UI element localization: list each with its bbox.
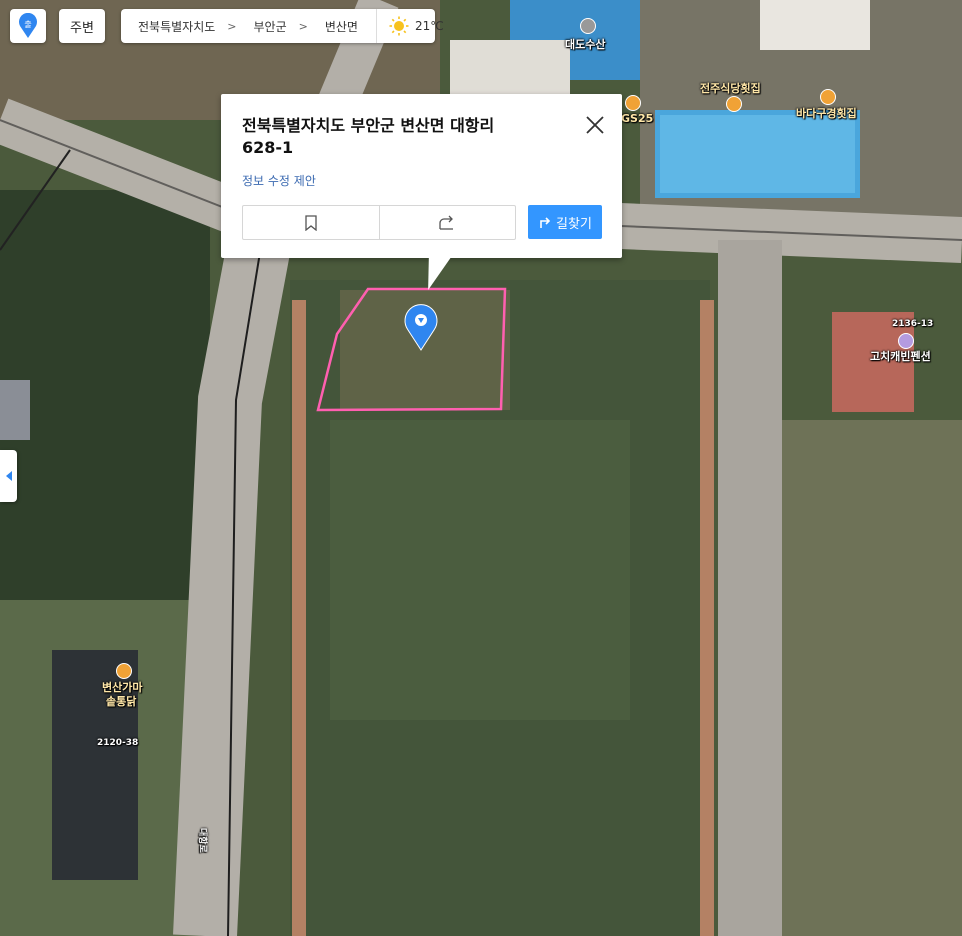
logo-button[interactable]: 출 — [10, 9, 46, 43]
label-lot-2120: 2120-38 — [97, 738, 139, 748]
popup-address-title: 전북특별자치도 부안군 변산면 대항리 628-1 — [242, 115, 542, 159]
road-label: 대항로 — [197, 828, 207, 853]
close-icon — [586, 116, 604, 134]
chevron-right-icon: > — [298, 19, 308, 33]
bookmark-icon — [305, 214, 317, 231]
share-icon — [439, 215, 454, 230]
map-pin-logo-icon: 출 — [19, 13, 37, 38]
address-popup: 전북특별자치도 부안군 변산면 대항리 628-1 정보 수정 제안 길찾기 — [221, 94, 622, 290]
restaurant-icon[interactable] — [726, 96, 742, 112]
panel-expand-tab[interactable] — [0, 450, 17, 502]
poi-icon[interactable] — [625, 95, 641, 111]
weather-widget[interactable]: 21℃ — [375, 9, 444, 43]
close-button[interactable] — [583, 113, 607, 137]
directions-label: 길찾기 — [556, 216, 592, 232]
chevron-right-icon: > — [227, 19, 237, 33]
label-daedo[interactable]: 대도수산 — [565, 36, 605, 52]
label-gs25[interactable]: GS25 — [621, 112, 653, 125]
weather-temperature: 21℃ — [414, 19, 444, 33]
label-gochi[interactable]: 고치캐빈펜션 — [870, 348, 931, 364]
address-line-1: 전북특별자치도 부안군 변산면 대항리 — [242, 116, 495, 135]
restaurant-icon[interactable] — [820, 89, 836, 105]
breadcrumb: 전북특별자치도 > 부안군 > 변산면 21℃ — [121, 9, 444, 43]
nearby-button[interactable]: 주변 — [59, 9, 105, 43]
popup-actions — [242, 205, 516, 240]
label-lot-2136: 2136-13 — [892, 319, 934, 329]
restaurant-icon[interactable] — [116, 663, 132, 679]
breadcrumb-town[interactable]: 변산면 — [308, 18, 358, 35]
label-jeonju[interactable]: 전주식당횟집 — [700, 80, 761, 96]
sun-icon — [389, 16, 409, 36]
address-line-2: 628-1 — [242, 138, 294, 157]
caret-left-icon — [5, 471, 12, 481]
directions-button[interactable]: 길찾기 — [528, 205, 602, 239]
svg-text:출: 출 — [24, 19, 31, 29]
edit-info-link[interactable]: 정보 수정 제안 — [242, 172, 316, 189]
lodging-icon[interactable] — [898, 333, 914, 349]
label-bada[interactable]: 바다구경횟집 — [796, 105, 857, 121]
poi-icon[interactable] — [580, 18, 596, 34]
bookmark-button[interactable] — [243, 206, 380, 239]
label-byeonsan2[interactable]: 솥통닭 — [106, 693, 136, 709]
breadcrumb-province[interactable]: 전북특별자치도 — [121, 18, 215, 35]
directions-icon — [540, 217, 551, 228]
share-button[interactable] — [380, 206, 516, 239]
breadcrumb-county[interactable]: 부안군 — [237, 18, 287, 35]
